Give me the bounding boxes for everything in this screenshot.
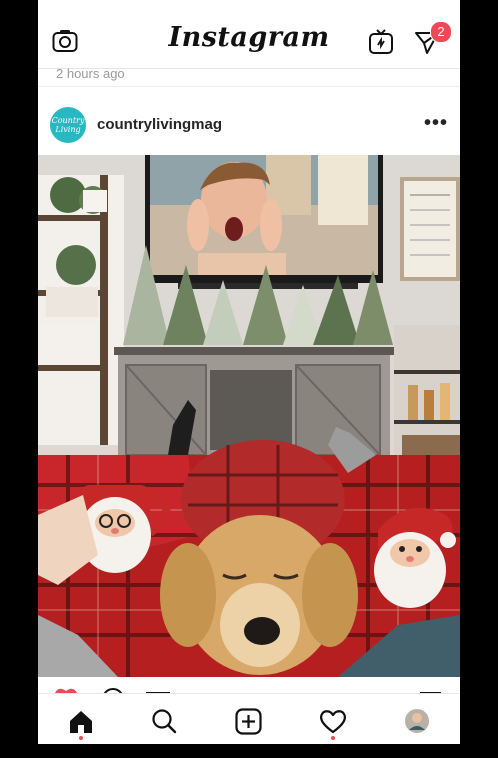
activity-dot <box>331 736 335 740</box>
home-active-dot <box>79 736 83 740</box>
plus-square-icon[interactable] <box>235 708 262 735</box>
post-username[interactable]: countrylivingmag <box>97 116 222 133</box>
profile-avatar-icon[interactable] <box>404 708 430 734</box>
more-options-icon[interactable]: ••• <box>424 112 447 136</box>
top-bar: Instagram 2 <box>38 0 460 69</box>
bottom-navigation <box>38 693 460 744</box>
avatar[interactable]: Country Living <box>50 107 86 143</box>
notification-badge: 2 <box>430 21 452 43</box>
avatar-text: Country Living <box>51 116 85 134</box>
home-icon[interactable] <box>68 709 94 735</box>
post-actions-partially-hidden <box>38 677 460 710</box>
heart-icon[interactable] <box>319 709 347 734</box>
post-divider <box>38 86 460 87</box>
action-icons-clipped <box>54 688 441 710</box>
instagram-logo: Instagram <box>168 22 330 53</box>
search-icon[interactable] <box>151 708 177 734</box>
previous-post-timestamp: 2 hours ago <box>56 66 125 81</box>
post-photo[interactable] <box>38 155 460 677</box>
igtv-icon[interactable] <box>368 29 394 55</box>
instagram-screen: Instagram 2 2 hours ago Country Living c… <box>38 0 460 744</box>
